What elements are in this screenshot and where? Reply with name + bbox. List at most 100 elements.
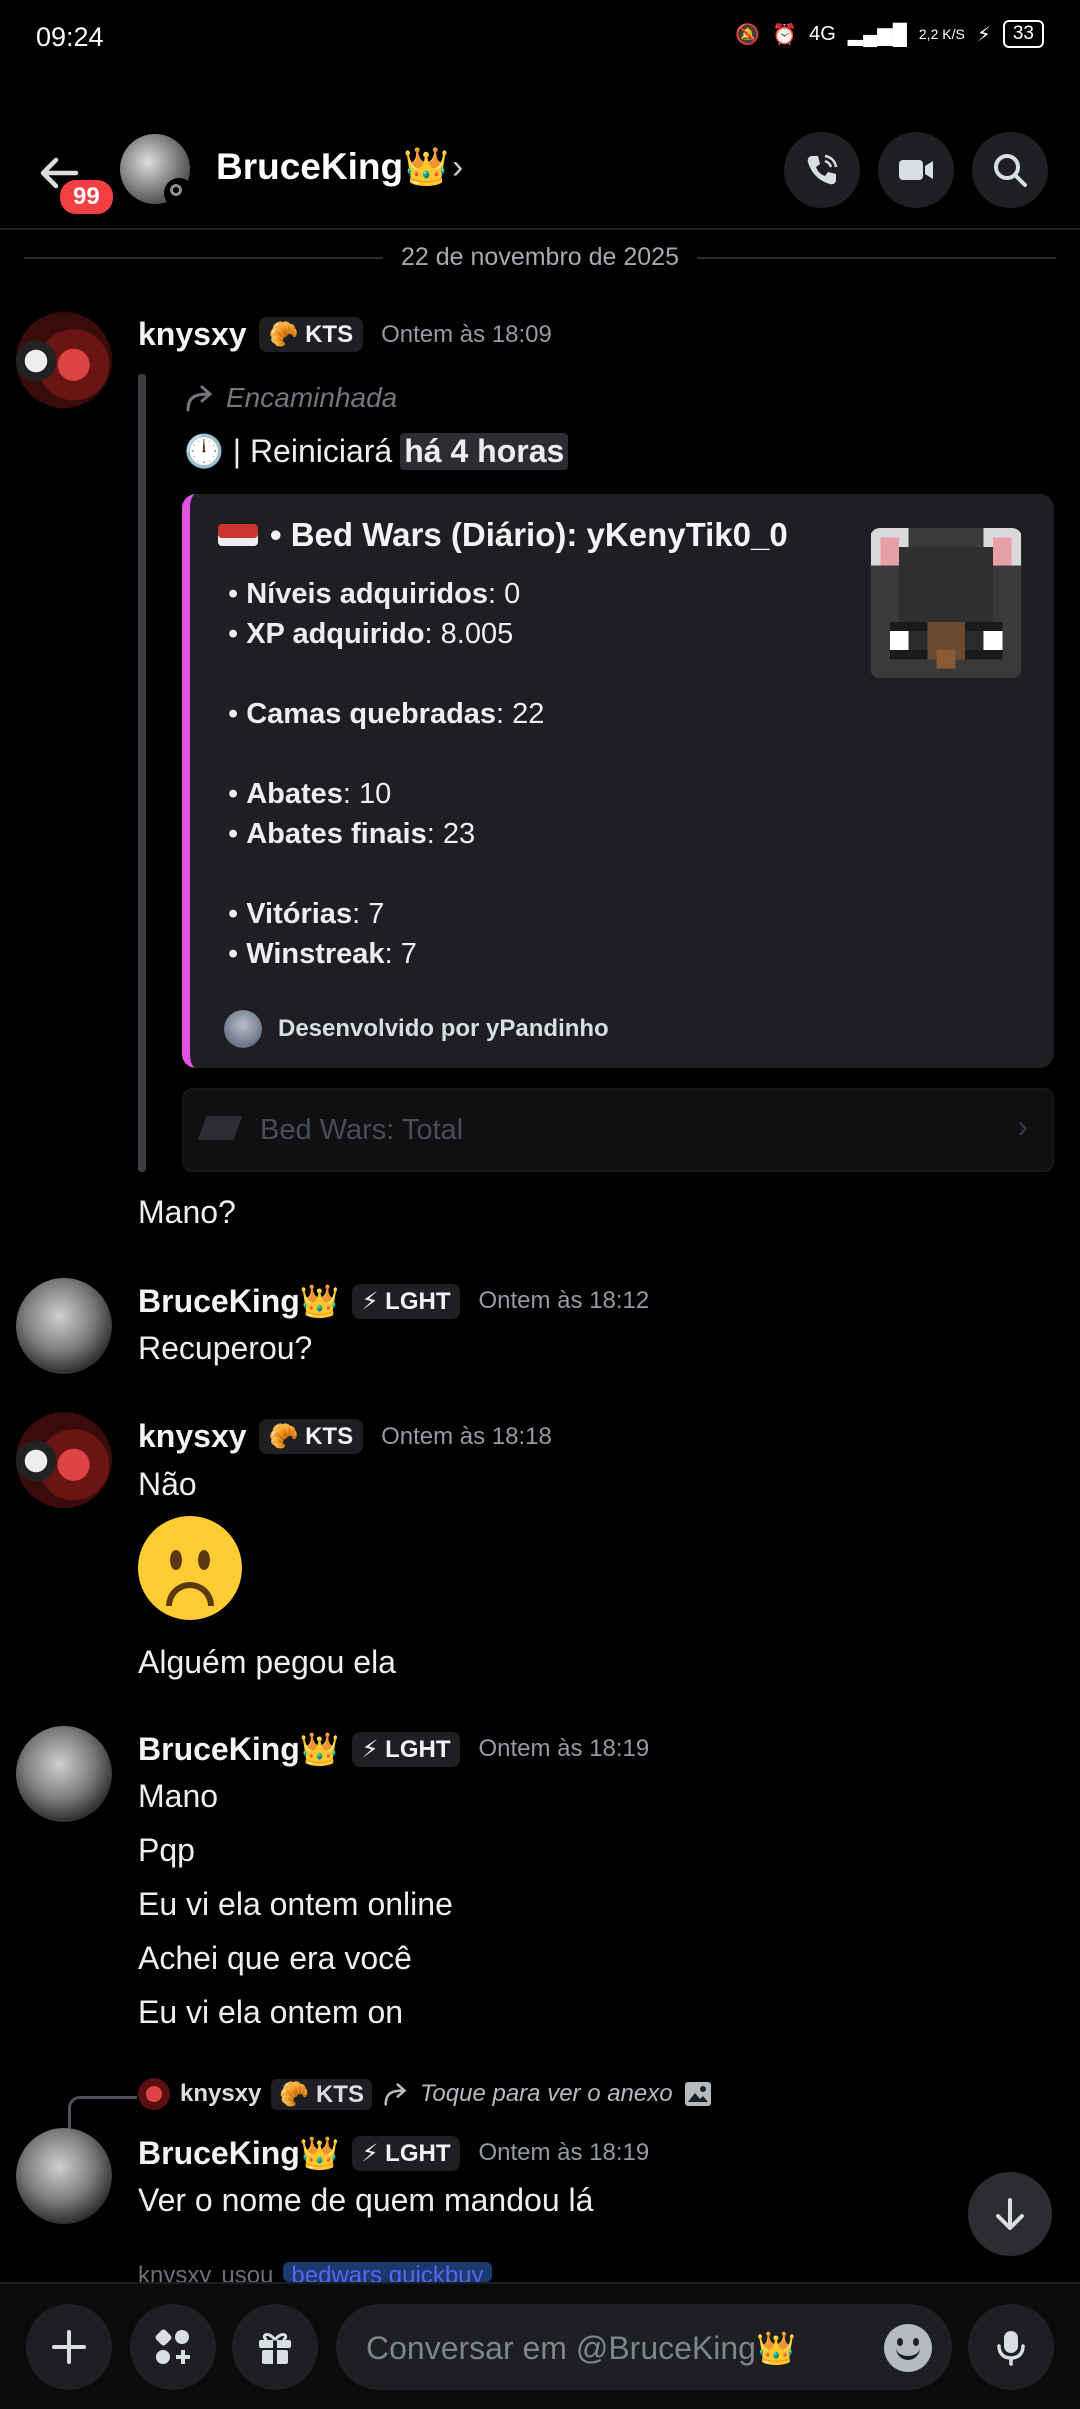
stat-value: : 22 [496,698,545,730]
collapsed-embed-label: Bed Wars: Total [260,1114,464,1146]
stat-value: : 7 [384,938,417,970]
username[interactable]: BruceKing👑 [138,1282,340,1320]
separator-line [24,256,383,259]
emoji-picker-button[interactable] [884,2324,932,2372]
network-label: 4G [809,22,836,45]
restart-text: 🕛 | Reiniciará [184,433,393,469]
timestamp: Ontem às 18:18 [381,1422,552,1450]
embed-stat-line: • XP adquirido: 8.005 [228,618,513,651]
guild-tag[interactable]: ⚡ LGHT [351,1731,461,1767]
search-icon [994,154,1027,187]
emoji-mouth [166,1582,214,1606]
channel-header: 99 BruceKing👑 › [0,110,1080,230]
stat-key: Níveis adquiridos [246,578,488,610]
guild-tag[interactable]: ⚡ LGHT [351,2135,461,2171]
stat-key: Vitórias [246,898,353,930]
message-text: Eu vi ela ontem on [138,1994,404,2030]
stat-key: Winstreak [246,938,385,970]
skin-thumbnail[interactable] [870,528,1022,678]
stat-key: Camas quebradas [246,698,497,730]
stat-key: Abates [246,778,343,810]
video-call-button[interactable] [878,132,954,208]
embed-stat-line: • Abates: 10 [228,778,391,811]
username[interactable]: knysxy [138,316,247,353]
bullet: • [228,778,239,810]
bed-icon [197,1116,243,1140]
mute-icon: 🔕 [735,23,761,46]
embed-stat-line: • Vitórias: 7 [228,898,384,931]
message-header: BruceKing👑 ⚡ LGHT Ontem às 18:12 [138,1282,649,1320]
username[interactable]: knysxy [138,1418,247,1455]
forward-bar [138,374,146,1172]
apps-button[interactable] [130,2304,216,2390]
message-header: BruceKing👑 ⚡ LGHT Ontem às 18:19 [138,1730,649,1768]
microphone-icon [997,2331,1025,2366]
status-icons: 🔕 ⏰ 4G ▂▄▆█ 2,2 K/S ⚡ 33 [735,20,1044,48]
message-text: Eu vi ela ontem online [138,1886,453,1922]
voice-call-button[interactable] [784,132,860,208]
unread-badge: 99 [56,176,117,218]
search-button[interactable] [972,132,1048,208]
avatar[interactable] [16,1278,112,1374]
username[interactable]: BruceKing👑 [138,1730,340,1768]
status-time: 09:24 [36,22,104,52]
message-text: Achei que era você [138,1940,412,1976]
speed-label: 2,2 K/S [918,26,965,42]
plus-icon [52,2330,86,2364]
reply-guild-tag: 🥐 KTS [271,2078,372,2110]
embed-title-text: • Bed Wars (Diário): yKenyTik0_0 [270,516,788,553]
peek-text: usou [221,2262,274,2282]
stat-value: : 10 [342,778,392,810]
apps-icon [155,2329,190,2364]
avatar[interactable] [16,1726,112,1822]
forward-arrow-icon [186,385,213,412]
guild-tag[interactable]: ⚡ LGHT [351,1283,461,1319]
header-divider [0,228,1080,230]
stat-key: XP adquirido [246,618,425,650]
voice-message-button[interactable] [968,2304,1054,2390]
bullet: • [228,938,239,970]
reply-preview[interactable]: knysxy 🥐 KTS Toque para ver o anexo [138,2078,713,2110]
peek-command: bedwars quickbuy [283,2262,492,2282]
minecraft-head-icon [871,528,1021,678]
footer-text: Desenvolvido por yPandinho [278,1015,609,1042]
charging-icon: ⚡ [976,23,991,46]
avatar[interactable] [16,312,112,408]
image-icon [684,2082,711,2106]
gift-button[interactable] [232,2304,318,2390]
reply-avatar [138,2078,170,2110]
frowning-face-emoji[interactable] [138,1516,242,1620]
message-input[interactable] [364,2304,868,2392]
embed-stat-line: • Camas quebradas: 22 [228,698,544,731]
channel-title[interactable]: BruceKing👑 [216,146,449,189]
message-header: knysxy 🥐 KTS Ontem às 18:18 [138,1418,552,1455]
footer-avatar [224,1010,262,1048]
relative-time[interactable]: há 4 horas [400,432,569,470]
reply-text: Toque para ver o anexo [419,2080,673,2107]
peek-author: knysxy [138,2262,212,2282]
message-text: Pqp [138,1832,195,1868]
message-text: Alguém pegou ela [138,1644,396,1680]
guild-tag[interactable]: 🥐 KTS [258,317,364,352]
jump-to-bottom-button[interactable] [968,2172,1052,2256]
message-input-container [336,2304,952,2392]
message-header: knysxy 🥐 KTS Ontem às 18:09 [138,316,552,353]
guild-tag[interactable]: 🥐 KTS [258,1419,364,1454]
status-bar: 09:24 🔕 ⏰ 4G ▂▄▆█ 2,2 K/S ⚡ 33 [0,0,1080,80]
message-text: Mano? [138,1194,236,1230]
embed-footer: Desenvolvido por yPandinho [224,1010,609,1048]
avatar[interactable] [16,1412,112,1508]
bullet: • [228,898,239,930]
avatar[interactable] [16,2128,112,2224]
collapsed-embed[interactable]: Bed Wars: Total › [182,1088,1054,1172]
chevron-right-icon[interactable]: › [452,148,463,187]
username[interactable]: BruceKing👑 [138,2134,340,2172]
stat-value: : 0 [487,578,521,610]
separator-line [697,256,1056,259]
bullet: • [228,578,239,610]
status-offline-icon [164,178,194,208]
bullet: • [228,818,239,850]
attach-button[interactable] [26,2304,112,2390]
timestamp: Ontem às 18:12 [478,1287,650,1314]
reply-connector [68,2096,137,2129]
